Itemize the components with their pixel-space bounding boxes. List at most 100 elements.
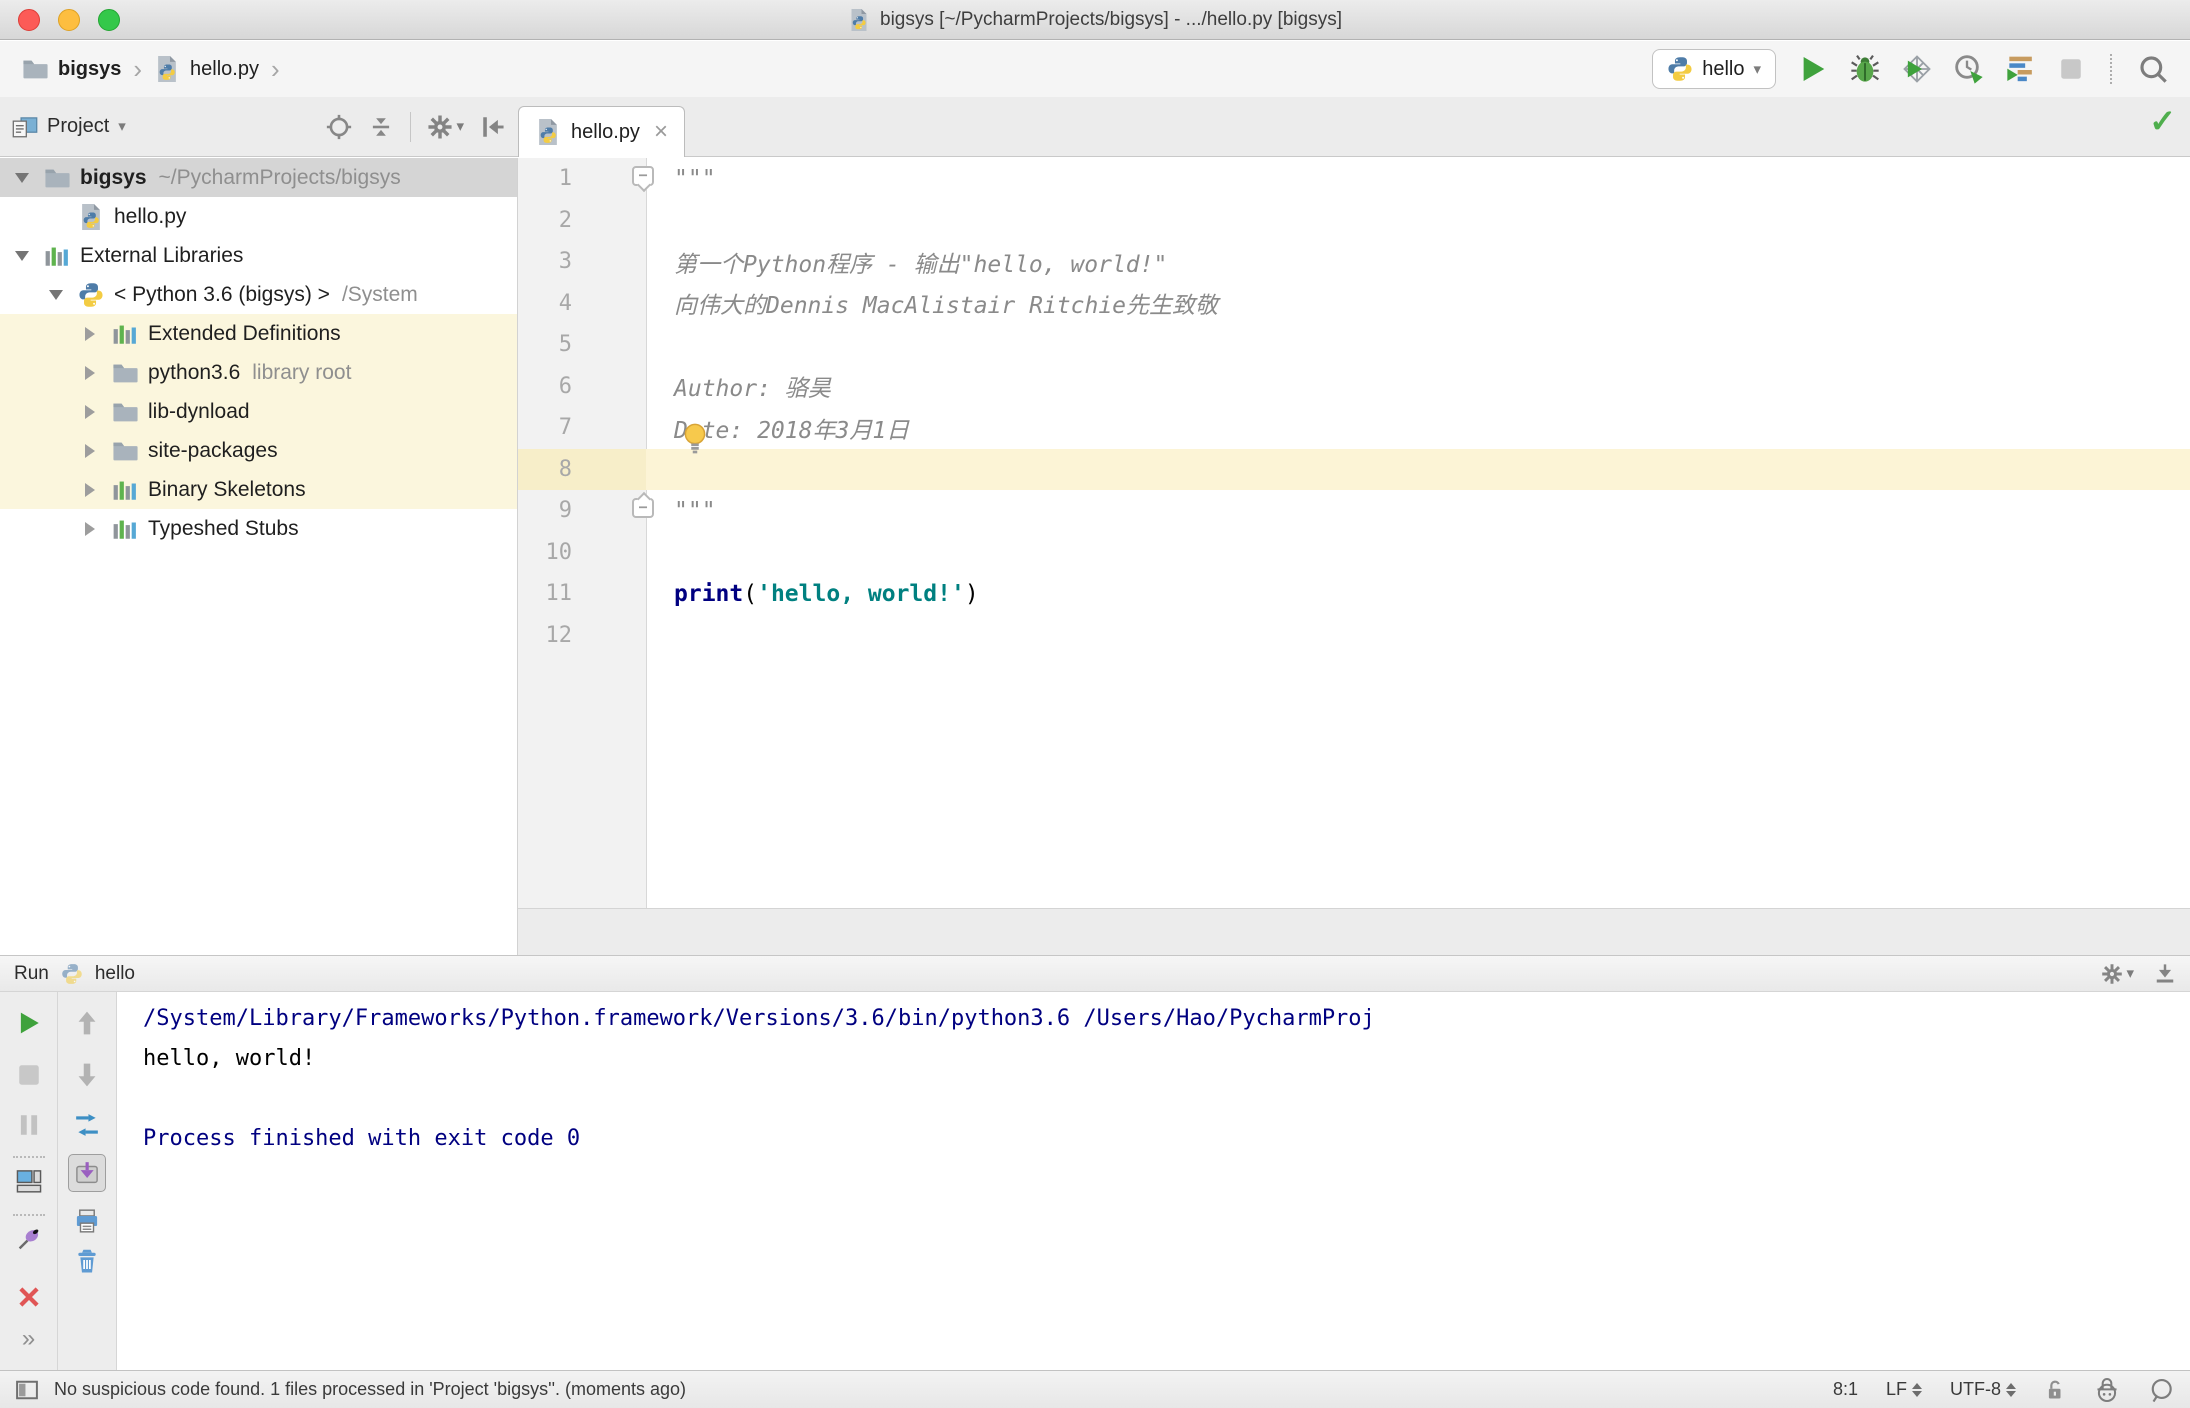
- down-stack-icon: [74, 1062, 100, 1088]
- status-bar: No suspicious code found. 1 files proces…: [0, 1370, 2190, 1408]
- pycharm-window: bigsys [~/PycharmProjects/bigsys] - .../…: [0, 0, 2190, 1408]
- run-with-coverage-button[interactable]: [1902, 54, 1932, 84]
- breadcrumb-file[interactable]: hello.py: [190, 58, 259, 81]
- folder-icon: [112, 399, 148, 425]
- minimize-window-button[interactable]: [58, 9, 80, 31]
- code-line-9: 9 """: [518, 490, 2190, 532]
- chevron-right-icon[interactable]: [78, 365, 112, 380]
- caret-position[interactable]: 8:1: [1833, 1379, 1858, 1400]
- hide-panel-icon[interactable]: [2154, 963, 2176, 985]
- editor-zone[interactable]: 1 """ 2 3 第一个Python程序 - 输出"hello, world!" 4 向伟…: [518, 158, 2190, 955]
- clear-all-icon[interactable]: [74, 1248, 100, 1274]
- tree-item-extended-definitions[interactable]: Extended Definitions: [0, 314, 517, 353]
- main-area: bigsys ~/PycharmProjects/bigsys hello.py Ex…: [0, 158, 2190, 955]
- project-tree: bigsys ~/PycharmProjects/bigsys hello.py Ex…: [0, 158, 518, 955]
- code-text: 第一个Python程序 - 输出"hello, world!": [674, 251, 1168, 278]
- readonly-lock-icon[interactable]: [2044, 1379, 2066, 1401]
- inspections-hector-icon[interactable]: [2094, 1377, 2120, 1403]
- pin-tab-icon[interactable]: [16, 1226, 42, 1252]
- tree-item-site-packages[interactable]: site-packages: [0, 431, 517, 470]
- run-button[interactable]: [1798, 54, 1828, 84]
- chevron-down-icon[interactable]: [10, 172, 44, 183]
- run-panel-title[interactable]: Run: [14, 963, 49, 985]
- tree-item-lib-dynload[interactable]: lib-dynload: [0, 392, 517, 431]
- locate-file-icon[interactable]: [326, 114, 352, 140]
- chevron-right-icon[interactable]: [78, 326, 112, 341]
- code-editor[interactable]: 1 """ 2 3 第一个Python程序 - 输出"hello, world!" 4 向伟…: [518, 158, 2190, 908]
- intention-lightbulb-icon[interactable]: [683, 422, 707, 458]
- line-number: 12: [545, 622, 573, 648]
- inspection-ok-icon[interactable]: [2149, 102, 2176, 140]
- code-text: print('hello, world!'): [674, 580, 979, 607]
- zoom-window-button[interactable]: [98, 9, 120, 31]
- run-tool-window: Run hello ▾ » /System/Library/Frameworks…: [0, 955, 2190, 1370]
- chevron-down-icon[interactable]: [10, 250, 44, 261]
- console-toolbar: [58, 992, 117, 1370]
- tree-item-bigsys[interactable]: bigsys ~/PycharmProjects/bigsys: [0, 158, 517, 197]
- chevron-right-icon[interactable]: [78, 521, 112, 536]
- tool-strip: Project hello.py: [0, 97, 2190, 157]
- tree-item-python3-6[interactable]: python3.6 library root: [0, 353, 517, 392]
- tree-item-hello-py[interactable]: hello.py: [0, 197, 517, 236]
- close-window-button[interactable]: [18, 9, 40, 31]
- fold-marker-start[interactable]: [632, 166, 654, 186]
- tree-item-label: python3.6: [148, 360, 241, 384]
- run-toolbar-left: [0, 992, 58, 1370]
- scroll-to-end-glyph: [74, 1160, 100, 1186]
- chevron-down-icon[interactable]: [118, 119, 126, 134]
- tree-item-python-3-6-bigsys[interactable]: < Python 3.6 (bigsys) > /System: [0, 275, 517, 314]
- tree-item-label: bigsys: [80, 165, 147, 189]
- settings-gear-icon[interactable]: [427, 114, 453, 140]
- concurrency-diagram-button[interactable]: [2006, 54, 2036, 84]
- updown-icon: [2006, 1382, 2016, 1397]
- restore-layout-icon[interactable]: [16, 1168, 42, 1194]
- breadcrumb-project[interactable]: bigsys: [58, 58, 121, 81]
- pause-button-disabled: [16, 1112, 42, 1138]
- search-everywhere-icon[interactable]: [2138, 54, 2168, 84]
- tree-item-external-libraries[interactable]: External Libraries: [0, 236, 517, 275]
- close-icon[interactable]: [16, 1284, 42, 1310]
- project-panel-title[interactable]: Project: [47, 115, 109, 138]
- window-title-wrap: bigsys [~/PycharmProjects/bigsys] - .../…: [848, 8, 1342, 31]
- soft-wrap-icon[interactable]: [74, 1112, 100, 1138]
- run-configuration-label: hello: [1702, 57, 1745, 80]
- code-text: """: [674, 497, 716, 524]
- console-line: hello, world!: [143, 1045, 316, 1071]
- tree-item-typeshed-stubs[interactable]: Typeshed Stubs: [0, 509, 517, 548]
- close-tab-icon[interactable]: [654, 123, 668, 141]
- run-panel-body: /System/Library/Frameworks/Python.framew…: [0, 992, 2190, 1370]
- line-separator-select[interactable]: LF: [1886, 1379, 1922, 1400]
- line-number: 4: [558, 290, 572, 316]
- more-options-icon[interactable]: [22, 1328, 35, 1350]
- run-configuration-select[interactable]: hello: [1652, 49, 1776, 89]
- chevron-right-icon[interactable]: [78, 443, 112, 458]
- code-line-12: 12: [518, 615, 2190, 657]
- code-line-11: 11 print('hello, world!'): [518, 573, 2190, 615]
- rerun-button[interactable]: [16, 1010, 42, 1036]
- line-number: 7: [558, 415, 572, 441]
- profiler-button[interactable]: [1954, 54, 1984, 84]
- stop-button-disabled: [2058, 56, 2084, 82]
- toolwindow-toggle-icon[interactable]: [16, 1379, 38, 1401]
- print-icon[interactable]: [74, 1208, 100, 1234]
- chevron-down-icon[interactable]: [44, 289, 78, 300]
- collapse-all-icon[interactable]: [368, 114, 394, 140]
- run-console[interactable]: /System/Library/Frameworks/Python.framew…: [117, 992, 2190, 1370]
- scroll-to-end-icon[interactable]: [68, 1154, 106, 1192]
- toolbar-separator: [12, 1214, 45, 1216]
- folder-icon: [112, 438, 148, 464]
- hide-panel-icon[interactable]: [480, 114, 506, 140]
- editor-tab-hello-py[interactable]: hello.py: [518, 106, 685, 157]
- code-text: """: [674, 165, 716, 192]
- settings-gear-icon[interactable]: [2101, 963, 2123, 985]
- event-log-bubble-icon[interactable]: [2148, 1377, 2174, 1403]
- debug-button[interactable]: [1850, 54, 1880, 84]
- fold-marker-end[interactable]: [632, 498, 654, 518]
- code-line-6: 6 Author: 骆昊: [518, 366, 2190, 408]
- chevron-right-icon[interactable]: [78, 404, 112, 419]
- line-number: 2: [558, 207, 572, 233]
- chevron-right-icon[interactable]: [78, 482, 112, 497]
- tree-item-binary-skeletons[interactable]: Binary Skeletons: [0, 470, 517, 509]
- encoding-select[interactable]: UTF-8: [1950, 1379, 2016, 1400]
